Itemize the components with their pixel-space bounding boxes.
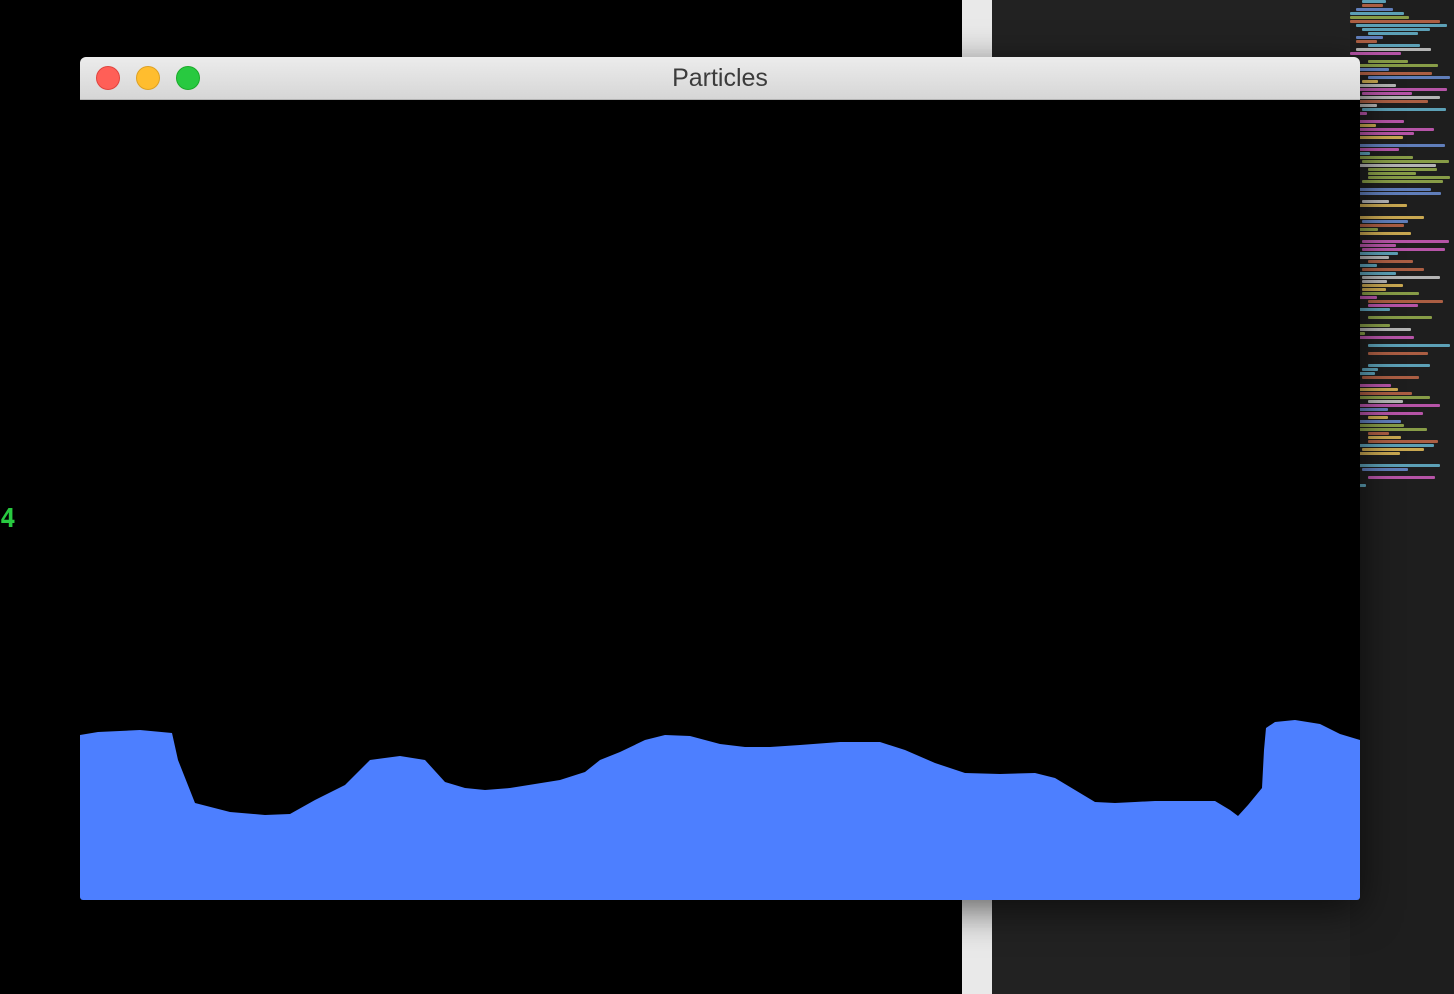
- minimap-line: [1350, 164, 1436, 167]
- minimap-line: [1362, 284, 1403, 287]
- minimap-line: [1350, 216, 1424, 219]
- minimap-line: [1356, 48, 1431, 51]
- minimap-line: [1368, 476, 1435, 479]
- minimap-line: [1356, 68, 1389, 71]
- particles-window: Particles: [80, 57, 1360, 900]
- minimap-line: [1356, 272, 1396, 275]
- minimap-line: [1362, 368, 1378, 371]
- minimap-line: [1356, 64, 1438, 67]
- minimap-line: [1362, 160, 1449, 163]
- minimap-line: [1362, 280, 1387, 283]
- minimap-line: [1362, 200, 1389, 203]
- minimap-line: [1356, 24, 1447, 27]
- minimap-line: [1368, 60, 1408, 63]
- minimap-line: [1356, 36, 1383, 39]
- minimap-line: [1356, 72, 1432, 75]
- terminal-output-text: 4: [0, 504, 16, 534]
- minimap-line: [1362, 292, 1419, 295]
- minimap-line: [1368, 168, 1437, 171]
- minimap-line: [1350, 12, 1404, 15]
- minimap-line: [1356, 392, 1412, 395]
- minimap-line: [1368, 32, 1418, 35]
- minimap-line: [1362, 80, 1378, 83]
- minimap-line: [1356, 128, 1434, 131]
- minimap-line: [1362, 92, 1412, 95]
- minimap-line: [1362, 220, 1408, 223]
- minimap-line: [1368, 304, 1418, 307]
- minimap-line: [1368, 316, 1432, 319]
- minimap-line: [1356, 8, 1393, 11]
- minimap-line: [1362, 276, 1440, 279]
- minimap-line: [1368, 416, 1388, 419]
- window-title: Particles: [672, 64, 768, 92]
- minimap-line: [1350, 20, 1440, 23]
- minimap-line: [1350, 52, 1401, 55]
- minimap-line: [1356, 252, 1398, 255]
- minimap-line: [1356, 404, 1440, 407]
- minimap-line: [1356, 144, 1445, 147]
- minimap-line: [1356, 192, 1441, 195]
- minimap-line: [1356, 148, 1399, 151]
- minimap-line: [1362, 240, 1449, 243]
- minimap-line: [1368, 344, 1450, 347]
- minimap-line: [1362, 448, 1424, 451]
- minimap-line: [1368, 260, 1413, 263]
- code-minimap[interactable]: [1350, 0, 1454, 994]
- minimap-line: [1368, 44, 1420, 47]
- minimap-line: [1368, 176, 1450, 179]
- minimap-line: [1356, 256, 1389, 259]
- minimap-line: [1362, 4, 1383, 7]
- minimap-line: [1368, 400, 1403, 403]
- minimap-line: [1368, 364, 1430, 367]
- minimap-line: [1350, 16, 1409, 19]
- minimap-line: [1350, 100, 1428, 103]
- minimap-line: [1350, 412, 1423, 415]
- minimap-line: [1356, 232, 1411, 235]
- minimap-line: [1356, 188, 1431, 191]
- minimap-line: [1362, 268, 1424, 271]
- minimap-line: [1368, 432, 1389, 435]
- window-titlebar[interactable]: Particles: [80, 57, 1360, 100]
- minimap-line: [1356, 40, 1377, 43]
- minimap-line: [1356, 308, 1390, 311]
- simulation-canvas: [80, 100, 1360, 900]
- minimap-line: [1350, 428, 1427, 431]
- minimap-line: [1368, 436, 1401, 439]
- minimap-line: [1368, 440, 1438, 443]
- minimap-line: [1356, 224, 1404, 227]
- minimap-line: [1362, 288, 1386, 291]
- minimap-line: [1368, 76, 1450, 79]
- minimap-line: [1362, 28, 1430, 31]
- minimap-line: [1362, 248, 1445, 251]
- minimap-line: [1362, 376, 1419, 379]
- minimap-line: [1368, 352, 1428, 355]
- minimap-line: [1368, 300, 1443, 303]
- minimap-line: [1362, 180, 1443, 183]
- minimap-line: [1362, 0, 1386, 3]
- minimap-line: [1356, 88, 1447, 91]
- minimap-line: [1362, 108, 1446, 111]
- minimap-line: [1368, 172, 1416, 175]
- minimap-line: [1356, 96, 1440, 99]
- minimap-line: [1362, 468, 1408, 471]
- minimap-line: [1356, 396, 1430, 399]
- minimap-line: [1356, 408, 1388, 411]
- minimap-line: [1356, 444, 1434, 447]
- minimap-line: [1350, 464, 1440, 467]
- minimap-line: [1356, 324, 1390, 327]
